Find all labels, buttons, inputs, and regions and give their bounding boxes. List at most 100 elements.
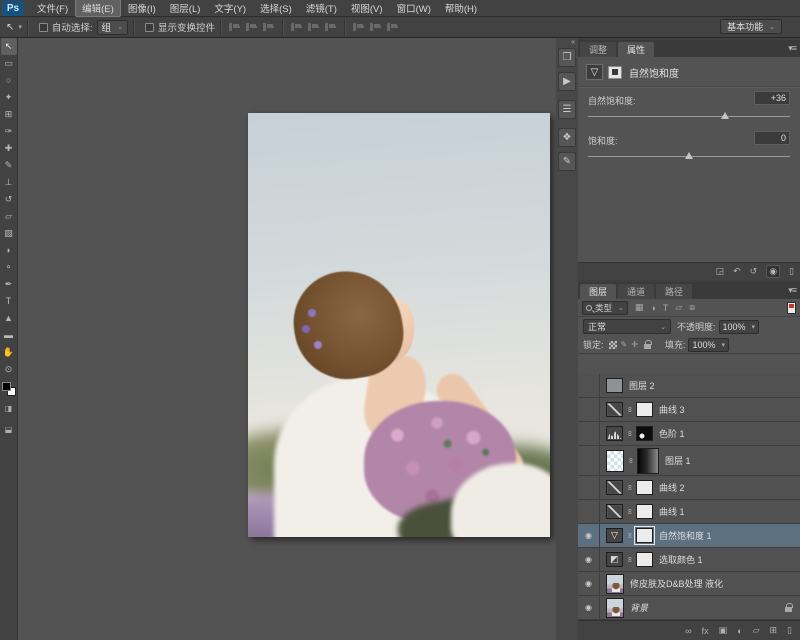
distribute-center-icon[interactable] xyxy=(370,22,381,32)
filter-smart-objects-icon[interactable]: ⧈ xyxy=(689,302,695,313)
screen-mode-button[interactable]: ⬓ xyxy=(1,421,17,438)
layer-row-layer2[interactable]: 图层 2 xyxy=(578,374,800,398)
tab-paths[interactable]: 路径 xyxy=(656,284,692,299)
layer-row-curves2[interactable]: ∞ 曲线 2 xyxy=(578,476,800,500)
layer-thumbnail[interactable] xyxy=(606,450,624,472)
layer-thumbnail[interactable] xyxy=(606,598,624,618)
menu-image[interactable]: 图像(I) xyxy=(121,0,163,17)
view-previous-state-icon[interactable]: ↶ xyxy=(733,266,741,277)
align-horizontal-centers-icon[interactable] xyxy=(246,22,257,32)
distribute-left-icon[interactable] xyxy=(353,22,364,32)
history-brush-tool[interactable]: ↺ xyxy=(1,191,17,208)
new-adjustment-layer-icon[interactable]: ◐ xyxy=(737,626,742,636)
marquee-tool[interactable]: ▭ xyxy=(1,55,17,72)
selective-color-adjustment-icon[interactable]: ◩ xyxy=(606,552,623,567)
visibility-toggle[interactable]: ◉ xyxy=(578,572,600,595)
panel-menu-icon[interactable]: ▾≡ xyxy=(788,43,796,54)
visibility-toggle[interactable]: ◉ xyxy=(578,548,600,571)
quick-mask-button[interactable]: ◨ xyxy=(1,400,17,417)
canvas-workspace[interactable] xyxy=(18,38,556,640)
filter-shape-layers-icon[interactable]: ▱ xyxy=(675,302,682,313)
saturation-slider-thumb[interactable] xyxy=(685,152,693,159)
layer-visibility-eye-icon[interactable]: ◉ xyxy=(766,265,780,278)
layer-name[interactable]: 选取颜色 1 xyxy=(659,553,703,566)
fill-field[interactable]: 100% ▾ xyxy=(688,338,729,352)
mask-thumbnail-icon[interactable] xyxy=(608,66,622,79)
curves-adjustment-icon[interactable] xyxy=(606,480,623,495)
layer-row-background[interactable]: ◉ 背景 xyxy=(578,596,800,620)
layer-name[interactable]: 色阶 1 xyxy=(659,427,685,440)
vibrance-adjustment-icon[interactable]: ▽ xyxy=(606,528,623,543)
align-bottom-edges-icon[interactable] xyxy=(325,22,336,32)
layer-name[interactable]: 背景 xyxy=(630,601,648,614)
layer-name[interactable]: 图层 2 xyxy=(629,379,655,392)
menu-view[interactable]: 视图(V) xyxy=(344,0,390,17)
layer-style-fx-icon[interactable]: fx xyxy=(702,626,709,636)
delete-adjustment-icon[interactable]: ▯ xyxy=(789,266,794,277)
layer-thumbnail[interactable] xyxy=(606,378,623,393)
layer-name[interactable]: 自然饱和度 1 xyxy=(659,529,712,542)
filter-kind-dropdown[interactable]: 类型 ⌄ xyxy=(582,301,628,315)
color-swatches[interactable] xyxy=(2,382,16,396)
type-tool[interactable]: T xyxy=(1,293,17,310)
layer-row-layer1[interactable]: ∞ 图层 1 xyxy=(578,446,800,476)
shape-tool[interactable]: ▬ xyxy=(1,327,17,344)
vibrance-slider-track[interactable] xyxy=(588,116,790,117)
tab-layers[interactable]: 图层 xyxy=(580,284,616,299)
foreground-color-swatch[interactable] xyxy=(2,382,11,391)
visibility-toggle[interactable]: ◉ xyxy=(578,596,600,619)
link-layers-icon[interactable]: ∞ xyxy=(685,626,691,636)
layer-name[interactable]: 曲线 1 xyxy=(659,505,685,518)
filter-toggle-switch[interactable] xyxy=(787,302,796,314)
menu-select[interactable]: 选择(S) xyxy=(253,0,299,17)
filter-adjustment-layers-icon[interactable]: ◑ xyxy=(650,303,655,313)
levels-adjustment-icon[interactable] xyxy=(606,426,623,441)
align-top-edges-icon[interactable] xyxy=(291,22,302,32)
layer-mask-thumbnail[interactable] xyxy=(636,552,653,567)
vibrance-slider-thumb[interactable] xyxy=(721,112,729,119)
clip-to-layer-icon[interactable]: ◲ xyxy=(716,266,725,277)
tab-properties[interactable]: 属性 xyxy=(618,42,654,57)
layer-mask-thumbnail[interactable] xyxy=(636,426,653,441)
auto-select-dropdown[interactable]: 组 ⌄ xyxy=(97,20,128,35)
visibility-toggle[interactable] xyxy=(578,398,600,421)
align-right-edges-icon[interactable] xyxy=(263,22,274,32)
brush-panel-button[interactable]: ✎ xyxy=(558,152,576,171)
lock-all-icon[interactable] xyxy=(644,344,651,349)
layer-name[interactable]: 曲线 2 xyxy=(659,481,685,494)
visibility-toggle[interactable] xyxy=(578,374,600,397)
visibility-toggle[interactable]: ◉ xyxy=(578,524,600,547)
opacity-field[interactable]: 100% ▾ xyxy=(719,320,760,334)
lasso-tool[interactable]: ○ xyxy=(1,72,17,89)
panel-menu-icon[interactable]: ▾≡ xyxy=(788,285,796,296)
lock-image-pixels-icon[interactable]: ✎ xyxy=(621,340,628,349)
reset-adjustment-icon[interactable]: ↺ xyxy=(750,266,758,277)
layer-row-selective-color1[interactable]: ◉ ◩ ∞ 选取颜色 1 xyxy=(578,548,800,572)
new-group-icon[interactable]: ▱ xyxy=(753,625,760,636)
crop-tool[interactable]: ⊞ xyxy=(1,106,17,123)
eraser-tool[interactable]: ▱ xyxy=(1,208,17,225)
layer-thumbnail[interactable] xyxy=(606,574,624,594)
lock-transparent-pixels-icon[interactable] xyxy=(609,341,617,349)
auto-select-checkbox[interactable] xyxy=(39,23,48,32)
filter-pixel-layers-icon[interactable]: ▦ xyxy=(635,302,644,313)
history-panel-button[interactable]: ❒ xyxy=(558,48,576,67)
tool-preset-caret-icon[interactable]: ▾ xyxy=(18,23,22,31)
move-tool[interactable]: ↖ xyxy=(1,38,17,55)
menu-edit[interactable]: 编辑(E) xyxy=(75,0,121,17)
layer-row-levels1[interactable]: ∞ 色阶 1 xyxy=(578,422,800,446)
styles-panel-button[interactable]: ❖ xyxy=(558,128,576,147)
expand-panels-icon[interactable]: « xyxy=(571,39,575,46)
clone-stamp-tool[interactable]: ⊥ xyxy=(1,174,17,191)
visibility-toggle[interactable] xyxy=(578,422,600,445)
layer-mask-thumbnail[interactable] xyxy=(636,480,653,495)
zoom-tool[interactable]: ⊙ xyxy=(1,361,17,378)
layer-name[interactable]: 图层 1 xyxy=(665,454,691,467)
pen-tool[interactable]: ✒ xyxy=(1,276,17,293)
layer-row-curves3[interactable]: ∞ 曲线 3 xyxy=(578,398,800,422)
layer-row-curves1[interactable]: ∞ 曲线 1 xyxy=(578,500,800,524)
quick-selection-tool[interactable]: ✦ xyxy=(1,89,17,106)
show-transform-checkbox[interactable] xyxy=(145,23,154,32)
blur-tool[interactable]: ◗ xyxy=(1,242,17,259)
menu-type[interactable]: 文字(Y) xyxy=(207,0,253,17)
